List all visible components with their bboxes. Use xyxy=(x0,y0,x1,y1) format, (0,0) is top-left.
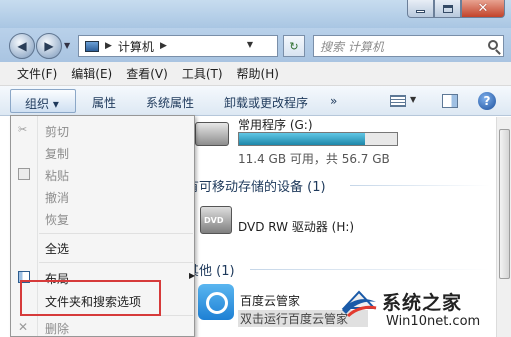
view-options-icon[interactable] xyxy=(390,95,406,107)
dvd-drive-label[interactable]: DVD RW 驱动器 (H:) xyxy=(238,218,354,235)
refresh-button[interactable]: ↻ xyxy=(283,35,305,57)
hard-drive-icon[interactable] xyxy=(195,122,229,146)
minimize-button[interactable] xyxy=(407,0,434,18)
forward-button[interactable]: ▶ xyxy=(36,33,62,59)
drive-g-free-space: 11.4 GB 可用，共 56.7 GB xyxy=(238,152,390,166)
submenu-arrow-icon: ▶ xyxy=(189,271,196,280)
window-controls: ✕ xyxy=(407,0,505,18)
menu-item-cut[interactable]: 剪切 xyxy=(45,123,69,140)
watermark: 系统之家 Win10net.com xyxy=(340,282,511,337)
arrow-right-icon: ▶ xyxy=(44,39,54,53)
search-placeholder: 搜索 计算机 xyxy=(320,39,384,54)
group-removable-header[interactable]: 有可移动存储的设备 (1) xyxy=(186,176,326,195)
watermark-logo-icon xyxy=(341,290,377,318)
scissors-icon: ✂ xyxy=(18,123,28,136)
breadcrumb-separator-icon[interactable]: ▶ xyxy=(105,41,112,51)
menu-edit[interactable]: 编辑(E) xyxy=(64,65,119,82)
address-dropdown-icon[interactable]: ▼ xyxy=(247,40,253,49)
history-dropdown-icon[interactable]: ▼ xyxy=(64,41,70,50)
menu-help[interactable]: 帮助(H) xyxy=(230,65,286,82)
menu-view[interactable]: 查看(V) xyxy=(119,65,175,82)
search-icon[interactable] xyxy=(488,40,498,50)
command-bar: 组织 ▾ 属性 系统属性 卸载或更改程序 » ▼ ? xyxy=(0,86,511,116)
breadcrumb-computer[interactable]: 计算机 xyxy=(118,38,154,55)
refresh-icon: ↻ xyxy=(289,39,299,53)
watermark-url: Win10net.com xyxy=(386,314,481,329)
menu-item-copy[interactable]: 复制 xyxy=(45,145,69,162)
menu-separator xyxy=(39,233,193,234)
breadcrumb-separator-icon[interactable]: ▶ xyxy=(160,41,167,51)
delete-icon: ✕ xyxy=(18,320,29,334)
maximize-button[interactable] xyxy=(434,0,461,18)
organize-button[interactable]: 组织 ▾ xyxy=(10,89,76,113)
menu-separator xyxy=(39,262,193,263)
group-divider xyxy=(350,185,490,186)
menu-bar: 文件(F) 编辑(E) 查看(V) 工具(T) 帮助(H) xyxy=(0,62,511,86)
system-properties-button[interactable]: 系统属性 xyxy=(146,94,194,111)
dvd-drive-icon[interactable] xyxy=(200,206,232,234)
baidu-cloud-label[interactable]: 百度云管家 xyxy=(240,292,300,309)
address-bar[interactable]: ▶ 计算机 ▶ ▼ xyxy=(78,35,278,57)
menu-item-paste[interactable]: 粘贴 xyxy=(45,167,69,184)
back-button[interactable]: ◀ xyxy=(9,33,35,59)
baidu-cloud-icon[interactable] xyxy=(198,284,234,320)
paste-icon xyxy=(18,168,30,180)
scrollbar-thumb[interactable] xyxy=(499,129,510,279)
group-divider xyxy=(250,269,490,270)
drive-usage-bar xyxy=(238,132,398,146)
menu-item-redo[interactable]: 恢复 xyxy=(45,211,69,228)
menu-item-undo[interactable]: 撤消 xyxy=(45,189,69,206)
drive-usage-fill xyxy=(239,133,366,145)
navigation-bar: ◀ ▶ ▼ ▶ 计算机 ▶ ▼ ↻ 搜索 计算机 xyxy=(0,28,511,62)
arrow-left-icon: ◀ xyxy=(17,39,27,53)
watermark-title: 系统之家 xyxy=(382,292,463,314)
help-icon[interactable]: ? xyxy=(478,92,496,110)
menu-item-delete[interactable]: 删除 xyxy=(45,320,69,337)
maximize-icon xyxy=(442,4,453,13)
menu-item-select-all[interactable]: 全选 xyxy=(45,240,69,257)
highlight-box xyxy=(20,280,161,316)
close-icon: ✕ xyxy=(477,1,489,16)
more-commands-button[interactable]: » xyxy=(330,94,337,108)
computer-icon xyxy=(85,40,99,52)
minimize-icon xyxy=(416,10,425,13)
properties-button[interactable]: 属性 xyxy=(92,94,116,111)
preview-pane-icon[interactable] xyxy=(442,94,458,108)
menu-tools[interactable]: 工具(T) xyxy=(175,65,230,82)
drive-g-label[interactable]: 常用程序 (G:) xyxy=(238,116,313,133)
uninstall-program-button[interactable]: 卸载或更改程序 xyxy=(224,94,308,111)
title-bar: ✕ xyxy=(0,0,511,28)
view-dropdown-icon[interactable]: ▼ xyxy=(410,95,416,104)
search-input[interactable]: 搜索 计算机 xyxy=(313,35,504,57)
menu-file[interactable]: 文件(F) xyxy=(10,65,64,82)
close-button[interactable]: ✕ xyxy=(461,0,505,18)
